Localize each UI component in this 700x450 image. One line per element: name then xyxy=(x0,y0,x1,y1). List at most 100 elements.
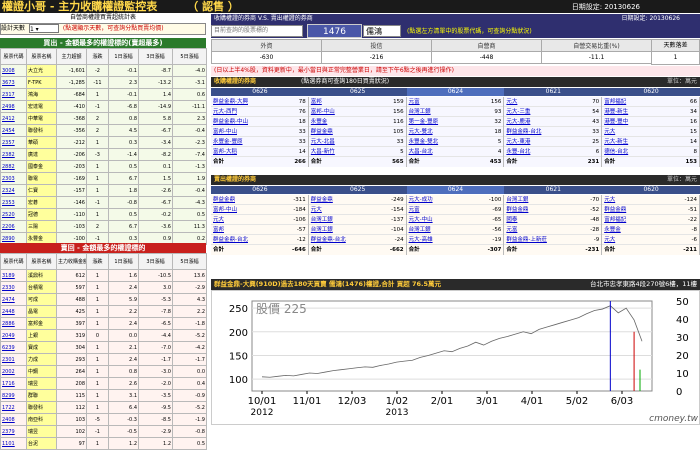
broker-link[interactable]: 元富 xyxy=(506,225,517,234)
stock-code-link[interactable]: 2882 xyxy=(0,160,27,173)
broker-link[interactable]: 群益金鼎-上新莊 xyxy=(506,235,547,244)
broker-link[interactable]: 元大 xyxy=(604,235,615,244)
broker-amount: 15 xyxy=(689,129,697,135)
broker-link[interactable]: 台灣工銀 xyxy=(409,107,431,116)
broker-link[interactable]: 富邦 xyxy=(311,97,322,106)
stock-code-link[interactable]: 2330 xyxy=(0,281,27,294)
stock-code-link[interactable]: 1722 xyxy=(0,401,27,414)
broker-link[interactable]: 元大-雙北 xyxy=(409,127,433,136)
broker-link[interactable]: 台灣工銀 xyxy=(311,215,333,224)
stock-code[interactable]: 1476 xyxy=(307,24,362,38)
broker-row: 元大-鹿港 43 xyxy=(504,117,602,127)
stock-code-link[interactable]: 2049 xyxy=(0,329,27,342)
stock-code-link[interactable]: 1716 xyxy=(0,377,27,390)
broker-link[interactable]: 第一金-豐原 xyxy=(409,117,439,126)
broker-link[interactable]: 永豐金 xyxy=(604,225,621,234)
days-select[interactable]: 1 ▾ xyxy=(28,24,59,33)
broker-amount: -154 xyxy=(391,207,404,213)
broker-link[interactable]: 富邦福記 xyxy=(604,215,626,224)
broker-link[interactable]: 元大-鹿港 xyxy=(506,117,530,126)
broker-link[interactable]: 富邦-大稻 xyxy=(213,147,237,156)
stock-code-link[interactable]: 2408 xyxy=(0,413,27,426)
broker-link[interactable]: 富邦 xyxy=(213,225,224,234)
broker-link[interactable]: 群益金鼎 xyxy=(506,205,528,214)
stock-code-link[interactable]: 2454 xyxy=(0,124,27,137)
stock-code-link[interactable]: 3673 xyxy=(0,76,27,89)
broker-column: 台灣工銀 -70 群益金鼎 -52 國泰 -48 元富 -28 群益金鼎-上新莊 -9 合計 -231 xyxy=(504,195,603,255)
buy-col-header: 3日漲幅 xyxy=(138,48,173,65)
date-setting[interactable]: 日期設定: 20130626 xyxy=(572,2,640,12)
broker-link[interactable]: 元富 xyxy=(409,205,420,214)
stock-code-link[interactable]: 2206 xyxy=(0,220,27,233)
broker-link[interactable]: 富邦-中山 xyxy=(213,205,237,214)
stock-code-link[interactable]: 2382 xyxy=(0,148,27,161)
broker-link[interactable]: 元大-中山 xyxy=(409,215,433,224)
broker-link[interactable]: 富邦福記 xyxy=(604,97,626,106)
broker-link[interactable]: 德信-台北 xyxy=(604,147,628,156)
stock-code-link[interactable]: 2353 xyxy=(0,196,27,209)
broker-link[interactable]: 大昌-台北 xyxy=(409,147,433,156)
stock-code-link[interactable]: 2357 xyxy=(0,136,27,149)
day-gap-value: 1 xyxy=(673,54,678,61)
stock-code-link[interactable]: 1101 xyxy=(0,437,27,450)
stock-code-link[interactable]: 2448 xyxy=(0,305,27,318)
stock-code-link[interactable]: 2379 xyxy=(0,425,27,438)
stock-code-link[interactable]: 2002 xyxy=(0,365,27,378)
broker-link[interactable]: 群益金鼎-中山 xyxy=(213,117,248,126)
broker-link[interactable]: 群益金鼎 xyxy=(213,195,235,204)
broker-link[interactable]: 富邦-中山 xyxy=(311,107,335,116)
broker-link[interactable]: 元大-西門 xyxy=(213,107,237,116)
broker-link[interactable]: 群益金鼎 xyxy=(311,127,333,136)
broker-link[interactable]: 港豐-新生 xyxy=(604,107,628,116)
broker-link[interactable]: 元大 xyxy=(213,215,224,224)
broker-link[interactable]: 元大 xyxy=(604,127,615,136)
day-gap-label: 天數落差 xyxy=(652,40,699,52)
broker-link[interactable]: 台灣工銀 xyxy=(506,195,528,204)
broker-link[interactable]: 國泰 xyxy=(506,215,517,224)
stock-code-link[interactable]: 8299 xyxy=(0,389,27,402)
broker-link[interactable]: 群益金鼎-台北 xyxy=(213,235,248,244)
stock-code-link[interactable]: 2886 xyxy=(0,317,27,330)
broker-link[interactable]: 富邦-中山 xyxy=(213,127,237,136)
cell: 2.4 xyxy=(108,317,139,330)
broker-link[interactable]: 元大-成功 xyxy=(409,195,433,204)
broker-link[interactable]: 永豐金-豐原 xyxy=(213,137,243,146)
broker-link[interactable]: 元富 xyxy=(409,97,420,106)
stock-code-link[interactable]: 6239 xyxy=(0,341,27,354)
broker-link[interactable]: 元大 xyxy=(506,97,517,106)
day-header: 0625 xyxy=(308,88,407,96)
broker-link[interactable]: 港豐-豐中 xyxy=(604,117,628,126)
buy-brokers-unit: 單位：萬元 xyxy=(666,78,697,85)
broker-link[interactable]: 大昌-新竹 xyxy=(311,147,335,156)
stock-code-link[interactable]: 2324 xyxy=(0,184,27,197)
stock-code-link[interactable]: 2303 xyxy=(0,172,27,185)
broker-link[interactable]: 元大-北昌 xyxy=(311,137,335,146)
broker-link[interactable]: 元大 xyxy=(311,205,322,214)
stock-code-link[interactable]: 2301 xyxy=(0,353,27,366)
broker-link[interactable]: 群益金鼎-台北 xyxy=(506,127,541,136)
stock-code-link[interactable]: 2474 xyxy=(0,293,27,306)
broker-link[interactable]: 群益金鼎 xyxy=(311,195,333,204)
broker-link[interactable]: 永豐金 xyxy=(311,117,328,126)
broker-link[interactable]: 台灣工銀 xyxy=(409,225,431,234)
broker-link[interactable]: 元大-高雄 xyxy=(409,235,433,244)
stock-code-link[interactable]: 2317 xyxy=(0,88,27,101)
broker-link[interactable]: 永豐金-雙北 xyxy=(409,137,439,146)
broker-link[interactable]: 群益金鼎-台北 xyxy=(311,235,346,244)
broker-link[interactable]: 台灣工銀 xyxy=(311,225,333,234)
broker-link[interactable]: 元大-東港 xyxy=(506,137,530,146)
broker-link[interactable]: 永豐-台北 xyxy=(506,147,530,156)
broker-link[interactable]: 群益金鼎 xyxy=(604,205,626,214)
stock-code-link[interactable]: 2520 xyxy=(0,208,27,221)
stock-code-link[interactable]: 2412 xyxy=(0,112,27,125)
broker-link[interactable]: 元大-新生 xyxy=(604,137,628,146)
cell: 1 xyxy=(86,184,109,197)
stock-code-link[interactable]: 3189 xyxy=(0,269,27,282)
stock-code-link[interactable]: 3008 xyxy=(0,64,27,77)
broker-link[interactable]: 元大 xyxy=(604,195,615,204)
broker-link[interactable]: 群益金鼎-大興 xyxy=(213,97,248,106)
broker-link[interactable]: 元大-三重 xyxy=(506,107,530,116)
stock-code-link[interactable]: 2498 xyxy=(0,100,27,113)
stock-name: 瑞昱 xyxy=(26,377,57,390)
broker-amount: 33 xyxy=(298,129,306,135)
